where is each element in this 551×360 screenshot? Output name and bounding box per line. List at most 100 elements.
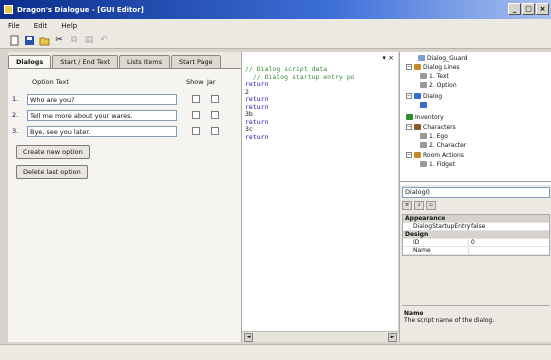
property-row[interactable]: Name [403,247,549,255]
menu-edit[interactable]: Edit [34,22,48,30]
show-header: Show [186,78,204,86]
categorized-icon[interactable]: ≡ [402,201,412,210]
tab-start-end-text[interactable]: Start / End Text [52,55,118,68]
properties-toolbar: ≡ ↓ ▫ [402,201,436,210]
toolbar: ✂ ⧉ ▤ ↶ [0,32,551,49]
tree-node[interactable]: − Room Actions [406,151,464,159]
tree-node[interactable]: Dialog_Guard [418,54,467,62]
tree-node[interactable]: 1. Text [420,72,449,80]
tree-node-icon [414,124,421,130]
alphabetical-icon[interactable]: ↓ [414,201,424,210]
menu-help[interactable]: Help [61,22,77,30]
option-row: 3. [12,126,234,137]
tree-node-icon [420,161,427,167]
tree-node-label: Dialog Lines [423,63,460,71]
code-view[interactable]: // Dialog script data // Dialog startup … [245,65,355,141]
tree-node-icon [420,102,427,108]
tree-node-label: 1. Text [429,72,449,80]
show-checkbox[interactable] [192,111,200,119]
show-checkbox[interactable] [192,127,200,135]
property-name: Appearance [405,215,446,222]
tree-node[interactable]: − Dialog [406,92,442,100]
option-number: 2. [12,111,19,119]
tree-node-icon [420,142,427,148]
tree-node[interactable]: Inventory [406,113,444,121]
property-name: Design [405,231,429,238]
tree-node-icon [414,64,421,70]
minimize-button[interactable]: _ [508,3,521,15]
tree-node-icon [420,82,427,88]
tree-node[interactable]: 1. Fidget [420,160,455,168]
jump-header: Jar [207,78,216,86]
script-editor[interactable]: ▾ × // Dialog script data // Dialog star… [241,52,399,342]
expand-toggle-icon[interactable]: − [406,93,412,99]
tree-node[interactable]: 2. Option [420,81,457,89]
cut-icon[interactable]: ✂ [53,34,65,46]
property-row[interactable]: ID 0 [403,239,549,247]
paste-icon[interactable]: ▤ [83,34,95,46]
option-text-input[interactable] [27,126,177,137]
editor-close-button[interactable]: ▾ × [382,54,394,62]
menu-bar: File Edit Help [0,19,551,32]
tree-node-label: 1. Fidget [429,160,455,168]
option-number: 1. [12,95,19,103]
code-line: return [245,117,269,126]
tree-node-icon [414,93,421,99]
tree-node[interactable]: − Characters [406,123,456,131]
menu-file[interactable]: File [8,22,20,30]
create-option-button[interactable]: Create new option [16,145,90,159]
tree-node-label: Dialog_Guard [427,54,468,62]
undo-icon[interactable]: ↶ [98,34,110,46]
tree-node[interactable] [420,101,429,109]
property-value[interactable]: false [469,223,485,230]
title-bar: Dragon's Dialogue - [GUI Editor] _ □ × [0,0,551,19]
horizontal-scrollbar[interactable]: ◄ ► [242,331,399,342]
properties-panel: Dialog0 ≡ ↓ ▫ Appearance DialogStartupEnt… [400,185,551,342]
tab-lists-items[interactable]: Lists Items [119,55,170,68]
tab-dialogs[interactable]: Dialogs [8,55,52,68]
tree-node[interactable]: 1. Ego [420,132,448,140]
tab-start-page[interactable]: Start Page [171,55,221,68]
project-tree[interactable]: Dialog_Guard − Dialog Lines 1. Text 2. Optio… [400,52,551,182]
jump-checkbox[interactable] [211,111,219,119]
property-category[interactable]: Design [403,231,549,239]
property-value[interactable]: 0 [469,239,475,246]
option-text-input[interactable] [27,94,177,105]
new-icon[interactable] [8,34,20,46]
jump-checkbox[interactable] [211,127,219,135]
property-row[interactable]: DialogStartupEntry false [403,223,549,231]
window-title: Dragon's Dialogue - [GUI Editor] [17,5,144,14]
close-button[interactable]: × [536,3,549,15]
scroll-right-icon[interactable]: ► [388,333,397,342]
property-category[interactable]: Appearance [403,215,549,223]
tree-node-icon [420,133,427,139]
property-pages-icon[interactable]: ▫ [426,201,436,210]
description-text: The script name of the dialog. [404,317,495,324]
copy-icon[interactable]: ⧉ [68,34,80,46]
scroll-left-icon[interactable]: ◄ [244,333,253,342]
show-checkbox[interactable] [192,95,200,103]
tree-node-label: Inventory [415,113,444,121]
maximize-button[interactable]: □ [522,3,535,15]
property-name: ID [403,239,469,246]
save-icon[interactable] [23,34,35,46]
app-icon [4,5,13,14]
expand-toggle-icon[interactable]: − [406,152,412,158]
tree-node[interactable]: 2. Character [420,141,466,149]
tree-node-label: 1. Ego [429,132,448,140]
expand-toggle-icon[interactable]: − [406,64,412,70]
property-description: Name The script name of the dialog. [402,305,550,339]
tab-strip: Dialogs Start / End Text Lists Items Sta… [8,55,222,68]
property-name: DialogStartupEntry [403,223,470,230]
expand-toggle-icon[interactable]: − [406,124,412,130]
tree-node-icon [414,152,421,158]
tree-node-icon [406,114,413,120]
tree-node[interactable]: − Dialog Lines [406,63,460,71]
open-icon[interactable] [38,34,50,46]
object-selector[interactable]: Dialog0 [402,187,550,198]
jump-checkbox[interactable] [211,95,219,103]
delete-option-button[interactable]: Delete last option [16,165,88,179]
option-text-input[interactable] [27,110,177,121]
property-value[interactable] [469,247,471,254]
property-grid[interactable]: Appearance DialogStartupEntry false Design I… [402,214,550,256]
